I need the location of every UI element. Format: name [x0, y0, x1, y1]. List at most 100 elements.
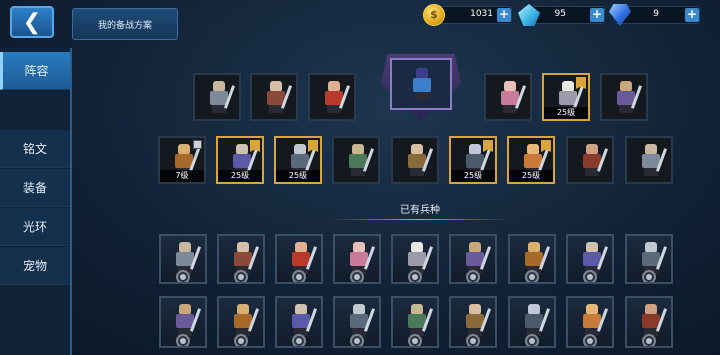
- sidebar-divider: [70, 48, 72, 355]
- lineup-slot[interactable]: 25级: [216, 136, 264, 184]
- unit-sprite: [578, 242, 609, 274]
- gem-value: 9: [653, 9, 659, 19]
- owned-unit-card[interactable]: [217, 234, 265, 284]
- owned-unit-card[interactable]: [449, 234, 497, 284]
- owned-unit-card[interactable]: [508, 296, 556, 348]
- rank-badge-icon: [292, 270, 306, 282]
- battle-plan-button[interactable]: 我的备战方案: [72, 8, 178, 40]
- unit-sprite: [229, 304, 260, 336]
- lineup-slot[interactable]: [484, 73, 532, 121]
- rank-badge-icon: [642, 334, 656, 346]
- owned-unit-card[interactable]: [159, 296, 207, 348]
- rank-badge-icon: [466, 270, 480, 282]
- tab-aura[interactable]: 光环: [0, 208, 70, 246]
- rank-badge-icon: [525, 334, 539, 346]
- unit-sprite: [345, 304, 376, 336]
- coin-icon: $: [423, 4, 445, 26]
- unit-level: 25级: [218, 170, 262, 182]
- owned-unit-card[interactable]: [625, 296, 673, 348]
- add-gem-button[interactable]: +: [685, 8, 699, 22]
- rank-badge-icon: [234, 270, 248, 282]
- owned-unit-card[interactable]: [333, 296, 381, 348]
- unit-sprite: [345, 242, 376, 274]
- tab-lineup[interactable]: 阵容: [0, 52, 70, 90]
- owned-unit-card[interactable]: [159, 234, 207, 284]
- unit-sprite: [403, 144, 434, 176]
- lineup-slot[interactable]: 25级: [542, 73, 590, 121]
- unit-sprite: [520, 304, 551, 336]
- lineup-slot[interactable]: [308, 73, 356, 121]
- unit-sprite: [612, 81, 643, 113]
- rank-badge-icon: [642, 270, 656, 282]
- gold-value: 1031: [470, 9, 493, 19]
- unit-level: 25级: [544, 107, 588, 119]
- owned-unit-card[interactable]: [275, 234, 323, 284]
- owned-unit-card[interactable]: [275, 296, 323, 348]
- hero-sprite: [408, 68, 436, 100]
- back-button[interactable]: ❮: [10, 6, 54, 38]
- owned-units-title: 已有兵种: [400, 205, 440, 216]
- unit-sprite: [637, 242, 668, 274]
- lineup-slot[interactable]: [250, 73, 298, 121]
- owned-unit-card[interactable]: [391, 234, 439, 284]
- rank-badge-icon: [176, 334, 190, 346]
- owned-unit-card[interactable]: [508, 234, 556, 284]
- unit-level: 25级: [509, 170, 553, 182]
- tab-lineup-label: 阵容: [24, 64, 49, 78]
- rank-badge-icon: [408, 270, 422, 282]
- add-gold-button[interactable]: +: [497, 8, 511, 22]
- owned-unit-card[interactable]: [449, 296, 497, 348]
- lineup-slot[interactable]: 25级: [507, 136, 555, 184]
- rank-badge-icon: [350, 270, 364, 282]
- unit-sprite: [262, 81, 293, 113]
- lineup-slot[interactable]: [625, 136, 673, 184]
- lineup-slot[interactable]: [600, 73, 648, 121]
- unit-sprite: [520, 242, 551, 274]
- tab-inscription-label: 铭文: [22, 142, 47, 156]
- hero-slot[interactable]: [390, 58, 452, 110]
- lineup-slot[interactable]: 25级: [449, 136, 497, 184]
- lineup-slot[interactable]: [391, 136, 439, 184]
- rank-badge-icon: [350, 334, 364, 346]
- unit-sprite: [637, 304, 668, 336]
- unit-level: 7级: [160, 170, 204, 182]
- unit-sprite: [461, 304, 492, 336]
- tab-aura-label: 光环: [22, 220, 47, 234]
- unit-sprite: [320, 81, 351, 113]
- crystal-value: 95: [554, 9, 566, 19]
- diamond-icon: [609, 4, 631, 26]
- battle-plan-label: 我的备战方案: [97, 20, 152, 31]
- tab-inscription[interactable]: 铭文: [0, 130, 70, 168]
- tab-pet[interactable]: 宠物: [0, 247, 70, 285]
- lineup-slot[interactable]: [566, 136, 614, 184]
- rank-badge-icon: [525, 270, 539, 282]
- unit-sprite: [461, 242, 492, 274]
- checkbox-icon: [193, 140, 202, 149]
- rank-badge-icon: [176, 270, 190, 282]
- tab-equipment[interactable]: 装备: [0, 169, 70, 207]
- lineup-slot[interactable]: [193, 73, 241, 121]
- owned-unit-card[interactable]: [566, 296, 614, 348]
- section-divider: [330, 219, 510, 220]
- sidebar: 阵容 铭文 装备 光环 宠物: [0, 48, 70, 355]
- add-crystal-button[interactable]: +: [590, 8, 604, 22]
- unit-sprite: [344, 144, 375, 176]
- unit-level: 25级: [451, 170, 495, 182]
- gold-counter: $ 1031 +: [423, 4, 512, 26]
- lineup-slot[interactable]: [332, 136, 380, 184]
- unit-sprite: [171, 242, 202, 274]
- lineup-slot[interactable]: 25级: [274, 136, 322, 184]
- lineup-slot[interactable]: 7级: [158, 136, 206, 184]
- owned-unit-card[interactable]: [391, 296, 439, 348]
- unit-sprite: [637, 144, 668, 176]
- top-bar: ❮ 我的备战方案 $ 1031 + 95 + 9 +: [0, 0, 720, 46]
- unit-sprite: [496, 81, 527, 113]
- unit-level: 25级: [276, 170, 320, 182]
- owned-unit-card[interactable]: [566, 234, 614, 284]
- owned-unit-card[interactable]: [217, 296, 265, 348]
- owned-unit-card[interactable]: [625, 234, 673, 284]
- unit-sprite: [403, 304, 434, 336]
- owned-unit-card[interactable]: [333, 234, 381, 284]
- rank-badge-icon: [466, 334, 480, 346]
- unit-sprite: [287, 242, 318, 274]
